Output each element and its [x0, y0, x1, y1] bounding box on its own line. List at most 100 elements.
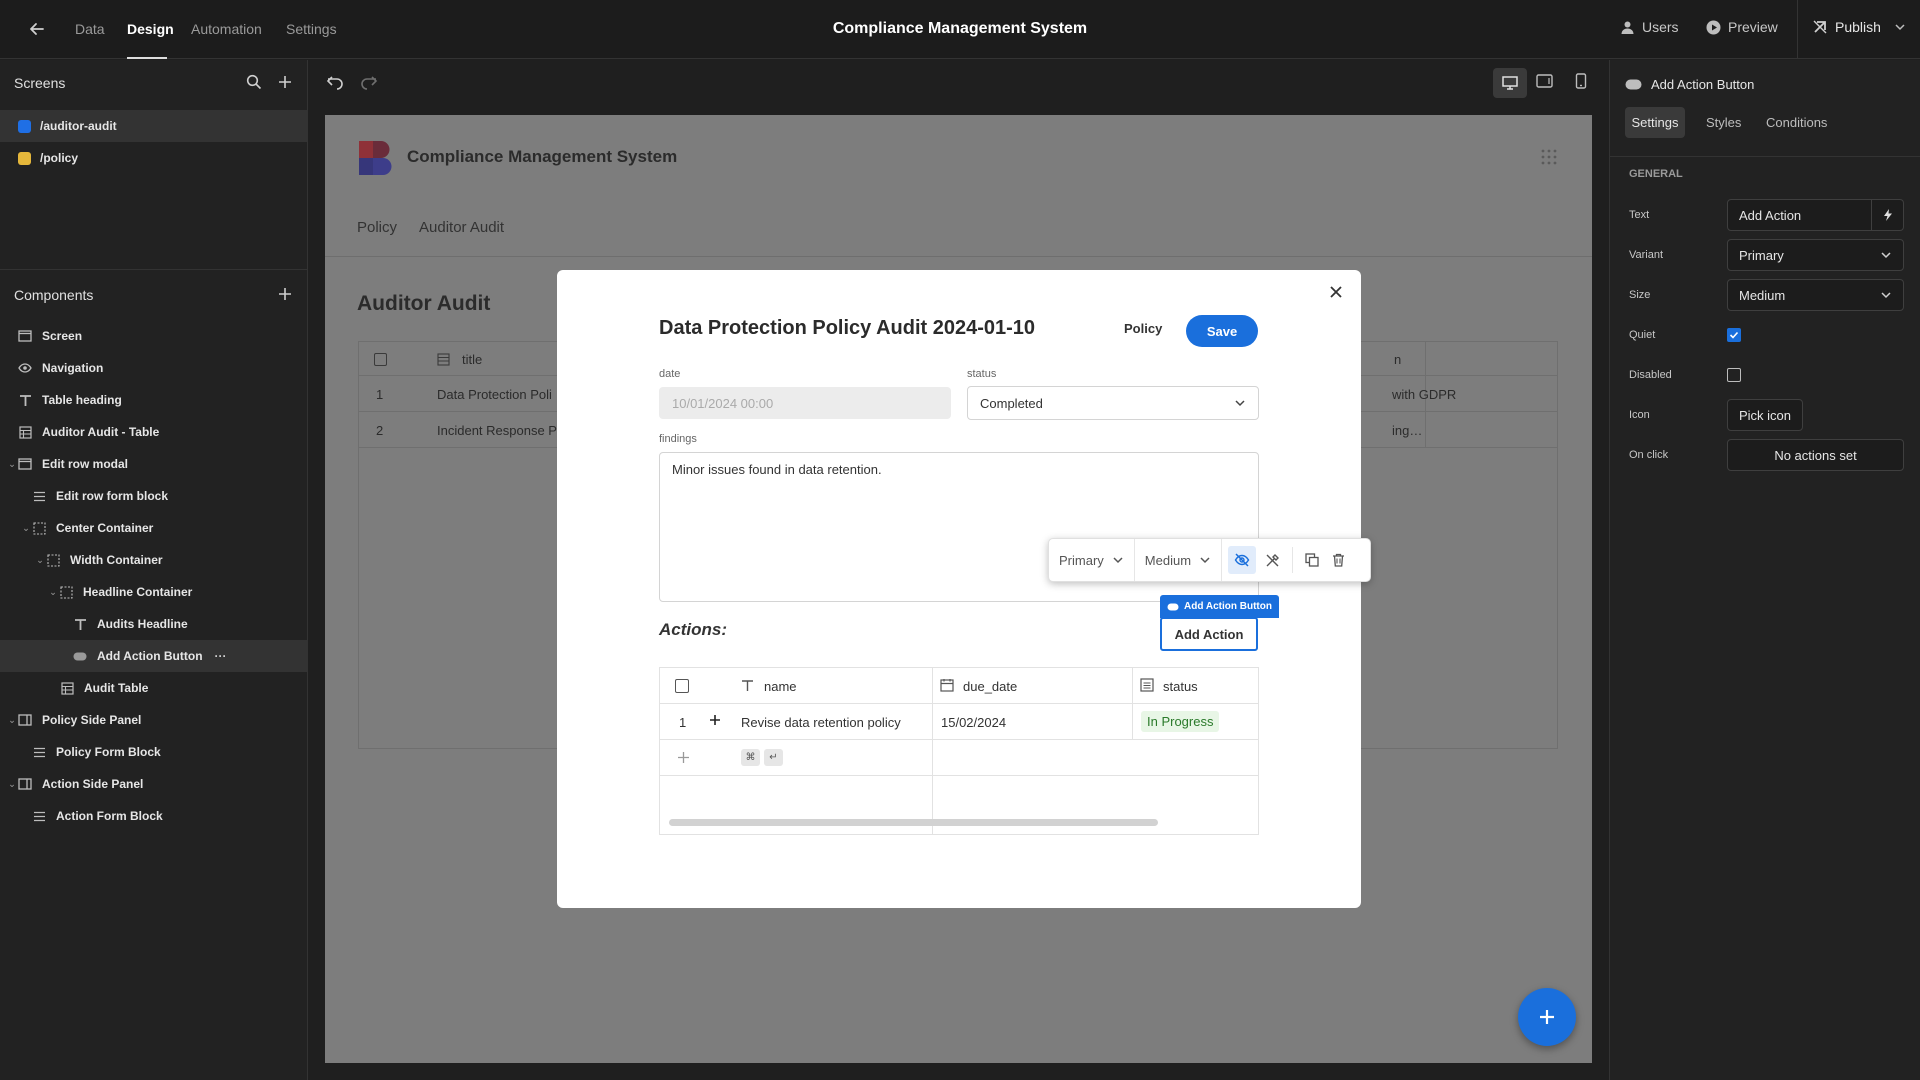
tab-settings[interactable]: Settings: [1625, 107, 1685, 138]
delete-button[interactable]: [1325, 546, 1351, 574]
status-select[interactable]: Completed: [967, 386, 1259, 420]
screen-item-policy[interactable]: /policy: [0, 142, 307, 174]
tab-styles[interactable]: Styles: [1706, 115, 1741, 130]
add-row-plus-icon[interactable]: [704, 709, 726, 731]
publish-icon: [1813, 20, 1827, 34]
users-button[interactable]: Users: [1620, 19, 1679, 35]
new-row[interactable]: ⌘ ↵: [660, 740, 1258, 776]
preview-button[interactable]: Preview: [1706, 19, 1778, 35]
component-label: Center Container: [56, 521, 154, 535]
disabled-checkbox[interactable]: [1727, 368, 1741, 382]
column-header-partial[interactable]: n: [1394, 352, 1401, 367]
preview-label: Preview: [1728, 19, 1778, 35]
component-width-container[interactable]: ⌄ Width Container: [0, 544, 307, 576]
chevron-down-icon[interactable]: ⌄: [35, 555, 45, 566]
container-icon: [59, 585, 73, 599]
binding-button[interactable]: [1872, 199, 1904, 231]
tab-automation[interactable]: Automation: [191, 21, 262, 37]
pick-icon-button[interactable]: Pick icon: [1727, 399, 1803, 431]
column-header-due-date[interactable]: due_date: [963, 679, 1017, 694]
select-all-checkbox[interactable]: [374, 353, 387, 366]
screen-item-auditor-audit[interactable]: /auditor-audit: [0, 110, 307, 142]
component-action-side-panel[interactable]: ⌄ Action Side Panel: [0, 768, 307, 800]
eye-icon: [18, 361, 32, 375]
component-audit-table[interactable]: Audit Table: [0, 672, 307, 704]
component-name: Add Action Button: [1651, 77, 1755, 92]
column-header-status[interactable]: status: [1163, 679, 1198, 694]
component-edit-row-modal[interactable]: ⌄ Edit row modal: [0, 448, 307, 480]
new-row-plus-icon[interactable]: [677, 751, 690, 764]
findings-label: findings: [659, 433, 697, 445]
components-header: Components: [14, 287, 94, 303]
desktop-view-button[interactable]: [1493, 68, 1527, 98]
tablet-view-button[interactable]: [1536, 74, 1553, 88]
component-label: Navigation: [42, 361, 104, 375]
column-header-name[interactable]: name: [764, 679, 797, 694]
component-navigation[interactable]: Navigation: [0, 352, 307, 384]
back-arrow-icon[interactable]: [28, 20, 46, 38]
component-add-action-button[interactable]: Add Action Button ···: [0, 640, 307, 672]
component-policy-form-block[interactable]: Policy Form Block: [0, 736, 307, 768]
chevron-down-icon[interactable]: ⌄: [7, 779, 17, 790]
component-auditor-audit-table[interactable]: Auditor Audit - Table: [0, 416, 307, 448]
add-fab-button[interactable]: [1518, 988, 1576, 1046]
grid-menu-icon[interactable]: [1541, 149, 1557, 165]
policy-button[interactable]: Policy: [1124, 321, 1162, 336]
disable-button[interactable]: [1258, 546, 1286, 574]
mobile-view-button[interactable]: [1575, 73, 1587, 89]
quiet-checkbox[interactable]: [1727, 328, 1741, 342]
more-options-icon[interactable]: ···: [215, 649, 227, 663]
variant-select[interactable]: Primary: [1727, 239, 1904, 271]
tab-conditions[interactable]: Conditions: [1766, 115, 1827, 130]
tab-design[interactable]: Design: [127, 21, 174, 37]
size-dropdown[interactable]: Medium: [1135, 539, 1223, 581]
chevron-down-icon[interactable]: ⌄: [48, 587, 58, 598]
onclick-label: On click: [1629, 449, 1669, 461]
publish-button[interactable]: Publish: [1812, 19, 1906, 35]
duplicate-button[interactable]: [1299, 546, 1325, 574]
variant-dropdown[interactable]: Primary: [1049, 539, 1135, 581]
size-select[interactable]: Medium: [1727, 279, 1904, 311]
search-icon[interactable]: [246, 74, 262, 90]
quiet-toggle-button[interactable]: [1228, 546, 1257, 574]
nav-link-policy[interactable]: Policy: [357, 219, 397, 236]
undo-icon[interactable]: [326, 74, 344, 90]
chevron-down-icon[interactable]: ⌄: [7, 459, 17, 470]
chevron-down-icon[interactable]: ⌄: [21, 523, 31, 534]
table-icon: [18, 425, 32, 439]
tab-data[interactable]: Data: [75, 21, 105, 37]
desktop-icon: [1502, 76, 1518, 90]
save-button[interactable]: Save: [1186, 315, 1258, 347]
topbar-divider: [1797, 0, 1798, 59]
select-all-checkbox[interactable]: [675, 679, 689, 693]
keyboard-hint: ⌘ ↵: [741, 749, 783, 766]
chevron-down-icon[interactable]: ⌄: [7, 715, 17, 726]
chevron-down-icon[interactable]: [1894, 21, 1906, 33]
toolbar-divider: [1292, 547, 1294, 573]
add-action-button[interactable]: Add Action: [1160, 617, 1258, 651]
text-input[interactable]: Add Action: [1727, 199, 1872, 231]
add-screen-icon[interactable]: [277, 74, 293, 90]
date-field[interactable]: 10/01/2024 00:00: [659, 387, 951, 419]
component-policy-side-panel[interactable]: ⌄ Policy Side Panel: [0, 704, 307, 736]
close-icon[interactable]: [1329, 285, 1343, 299]
redo-icon[interactable]: [360, 74, 378, 90]
table-row[interactable]: 1 Revise data retention policy 15/02/202…: [660, 704, 1258, 740]
column-header-title[interactable]: title: [462, 352, 482, 367]
tab-settings[interactable]: Settings: [286, 21, 337, 37]
horizontal-scrollbar[interactable]: [669, 819, 1158, 826]
component-edit-row-form-block[interactable]: Edit row form block: [0, 480, 307, 512]
add-component-icon[interactable]: [277, 286, 293, 302]
component-center-container[interactable]: ⌄ Center Container: [0, 512, 307, 544]
onclick-actions-button[interactable]: No actions set: [1727, 439, 1904, 471]
component-screen[interactable]: Screen: [0, 320, 307, 352]
component-table-heading[interactable]: Table heading: [0, 384, 307, 416]
users-label: Users: [1642, 19, 1679, 35]
component-audits-headline[interactable]: Audits Headline: [0, 608, 307, 640]
form-icon: [32, 809, 46, 823]
nav-link-auditor-audit[interactable]: Auditor Audit: [419, 219, 504, 236]
component-action-form-block[interactable]: Action Form Block: [0, 800, 307, 832]
component-label: Edit row form block: [56, 489, 169, 503]
component-headline-container[interactable]: ⌄ Headline Container: [0, 576, 307, 608]
page-heading: Auditor Audit: [357, 292, 491, 315]
